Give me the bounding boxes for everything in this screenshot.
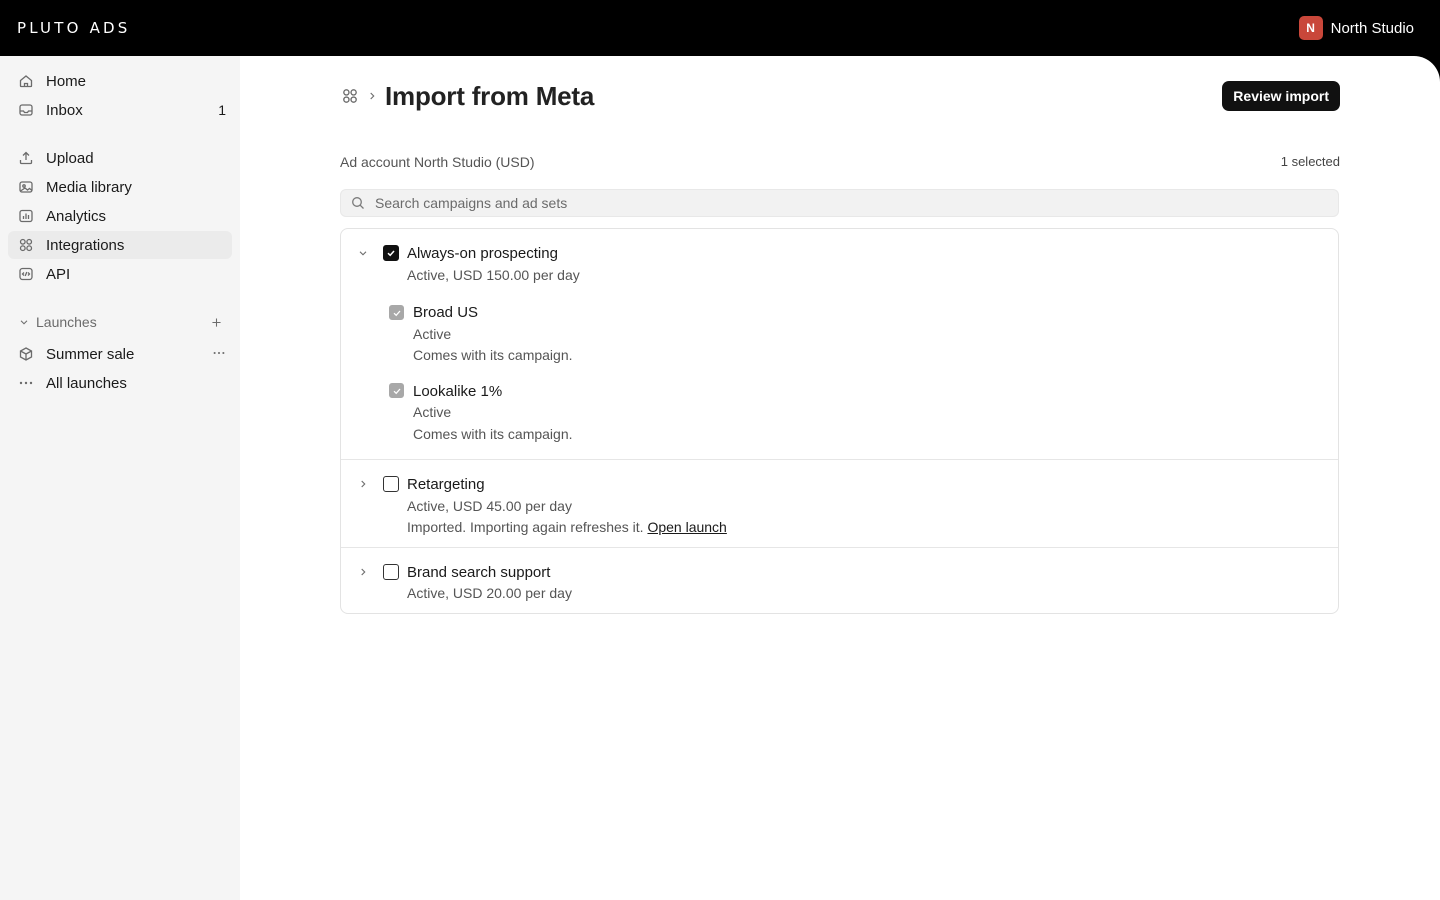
sidebar-item-label: Media library — [46, 178, 132, 196]
avatar: N — [1298, 16, 1323, 40]
more-options-button[interactable] — [212, 346, 226, 363]
chevron-right-icon — [366, 89, 380, 103]
campaign-name: Brand search support — [407, 564, 551, 581]
open-launch-link[interactable]: Open launch — [647, 519, 726, 535]
sidebar-item-label: Inbox — [46, 101, 83, 119]
inbox-count-badge: 1 — [218, 102, 226, 118]
search-bar[interactable] — [340, 189, 1339, 217]
campaign-checkbox[interactable] — [383, 245, 399, 261]
chevron-down-icon — [18, 315, 32, 329]
search-icon — [351, 196, 365, 210]
sidebar-item-label: Home — [46, 72, 87, 90]
campaign-status: Active, USD 45.00 per day — [407, 498, 572, 514]
search-input[interactable] — [375, 195, 1275, 211]
api-icon — [18, 266, 34, 282]
ad-set-status: Active — [413, 404, 452, 420]
check-icon — [387, 250, 395, 257]
launches-section-label: Launches — [36, 314, 97, 330]
row-divider — [341, 459, 1338, 460]
import-note-text: Imported. Importing again refreshes it. — [407, 519, 644, 535]
analytics-icon — [18, 208, 34, 224]
page-title: Import from Meta — [385, 80, 595, 111]
launches-section-header[interactable]: Launches — [8, 310, 232, 334]
sidebar-item-summer-sale[interactable]: Summer sale — [8, 340, 232, 368]
main-content: Import from Meta Review import Ad accoun… — [240, 56, 1440, 900]
add-launch-button[interactable] — [208, 314, 224, 330]
sidebar-item-label: Integrations — [46, 236, 125, 254]
row-divider — [341, 547, 1338, 548]
ad-set-checkbox — [389, 305, 404, 320]
sidebar-item-label: API — [46, 265, 71, 283]
sidebar-item-home[interactable]: Home — [8, 67, 232, 95]
campaign-import-note: Imported. Importing again refreshes it. … — [407, 519, 727, 535]
review-import-button[interactable]: Review import — [1222, 81, 1340, 111]
brand-logo[interactable]: PLUTO ADS — [17, 19, 131, 37]
breadcrumb: Import from Meta — [340, 80, 594, 112]
inbox-icon — [18, 102, 34, 118]
sidebar-item-label: Upload — [46, 149, 94, 167]
ad-set-status: Active — [413, 326, 452, 342]
check-icon — [393, 388, 400, 394]
campaign-status: Active, USD 150.00 per day — [407, 267, 580, 283]
sidebar-item-analytics[interactable]: Analytics — [8, 202, 232, 230]
sidebar-item-label: Analytics — [46, 207, 107, 225]
ad-account-label: Ad account North Studio (USD) — [340, 154, 535, 170]
sidebar-item-all-launches[interactable]: All launches — [8, 369, 232, 397]
ad-set-name: Lookalike 1% — [413, 383, 503, 400]
expand-campaign-button[interactable] — [356, 565, 370, 579]
package-icon — [18, 346, 34, 362]
sidebar-item-media-library[interactable]: Media library — [8, 173, 232, 201]
plus-icon — [211, 317, 221, 327]
campaign-list: Always-on prospecting Active, USD 150.00… — [340, 228, 1339, 614]
chevron-right-icon — [361, 568, 366, 576]
sidebar-item-label: All launches — [46, 374, 127, 392]
upload-icon — [18, 150, 34, 166]
account-info-row: Ad account North Studio (USD) 1 selected — [340, 154, 1340, 170]
check-icon — [393, 310, 400, 316]
account-name: North Studio — [1330, 19, 1414, 37]
chevron-right-icon — [361, 480, 366, 488]
campaign-status: Active, USD 20.00 per day — [407, 585, 572, 601]
expand-campaign-button[interactable] — [356, 477, 370, 491]
ad-set-checkbox — [389, 383, 404, 398]
chevron-down-icon — [359, 251, 367, 256]
sidebar-item-integrations[interactable]: Integrations — [8, 231, 232, 259]
sidebar-item-label: Summer sale — [46, 345, 135, 363]
top-bar: PLUTO ADS N North Studio — [0, 0, 1440, 56]
collapse-campaign-button[interactable] — [356, 246, 370, 260]
more-horizontal-icon — [18, 375, 34, 391]
ad-set-note: Comes with its campaign. — [413, 426, 573, 442]
sidebar-item-upload[interactable]: Upload — [8, 144, 232, 172]
campaign-checkbox[interactable] — [383, 476, 399, 492]
sidebar-item-inbox[interactable]: Inbox 1 — [8, 96, 232, 124]
selected-count: 1 selected — [1280, 154, 1340, 169]
integrations-icon[interactable] — [340, 86, 360, 106]
ad-set-name: Broad US — [413, 304, 479, 321]
account-switcher[interactable]: N North Studio — [1298, 16, 1414, 40]
media-library-icon — [18, 179, 34, 195]
campaign-checkbox[interactable] — [383, 564, 399, 580]
ad-set-note: Comes with its campaign. — [413, 347, 573, 363]
home-icon — [18, 73, 34, 89]
campaign-name: Retargeting — [407, 476, 485, 493]
sidebar: Home Inbox 1 Upload Media library Analyt… — [0, 56, 240, 900]
campaign-name: Always-on prospecting — [407, 245, 558, 262]
more-horizontal-icon — [213, 351, 225, 354]
integrations-icon — [18, 237, 34, 253]
sidebar-item-api[interactable]: API — [8, 260, 232, 288]
